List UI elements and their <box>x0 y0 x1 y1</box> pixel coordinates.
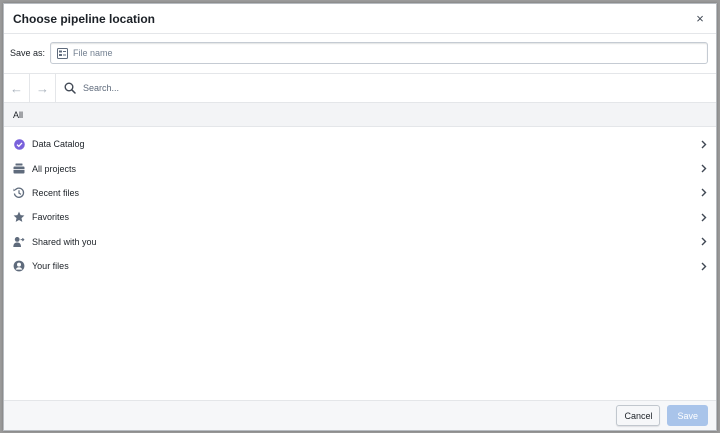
location-all-projects[interactable]: All projects <box>4 156 716 180</box>
search-input[interactable] <box>83 83 716 93</box>
location-favorites[interactable]: Favorites <box>4 205 716 229</box>
star-icon <box>13 211 25 223</box>
save-as-row: Save as: <box>4 38 716 68</box>
location-label: Favorites <box>32 212 70 223</box>
forward-arrow-icon[interactable]: → <box>30 73 56 103</box>
back-arrow-icon[interactable]: ← <box>4 73 30 103</box>
data-catalog-icon <box>13 138 25 150</box>
file-name-input[interactable] <box>73 48 701 58</box>
location-recent-files[interactable]: Recent files <box>4 181 716 205</box>
shared-icon <box>13 236 25 248</box>
location-label: Data Catalog <box>32 139 85 150</box>
choose-location-dialog: Choose pipeline location × Save as: ← → <box>3 3 717 431</box>
location-label: Shared with you <box>32 236 97 247</box>
chevron-right-icon <box>698 212 708 222</box>
chevron-right-icon <box>698 139 708 149</box>
cancel-button[interactable]: Cancel <box>616 405 661 426</box>
navigation-bar: ← → <box>4 73 716 103</box>
location-label: Your files <box>32 261 69 272</box>
save-button[interactable]: Save <box>667 405 708 426</box>
chevron-right-icon <box>698 188 708 198</box>
location-label: All projects <box>32 163 77 174</box>
chevron-right-icon <box>698 237 708 247</box>
save-as-label: Save as: <box>10 48 46 58</box>
file-name-field[interactable] <box>50 42 708 64</box>
file-icon <box>57 47 68 59</box>
chevron-right-icon <box>698 164 708 174</box>
location-list: Data Catalog All projects Recent files F… <box>4 132 716 278</box>
dialog-header: Choose pipeline location × <box>4 4 716 34</box>
chevron-right-icon <box>698 261 708 271</box>
user-icon <box>13 260 25 272</box>
location-data-catalog[interactable]: Data Catalog <box>4 132 716 156</box>
history-icon <box>13 187 25 199</box>
breadcrumb-all[interactable]: All <box>13 110 23 120</box>
search-box[interactable] <box>56 74 716 102</box>
close-icon[interactable]: × <box>693 11 707 26</box>
dialog-footer: Cancel Save <box>4 400 716 430</box>
location-shared-with-you[interactable]: Shared with you <box>4 230 716 254</box>
dialog-title: Choose pipeline location <box>13 11 156 26</box>
location-your-files[interactable]: Your files <box>4 254 716 278</box>
search-icon <box>64 82 76 94</box>
location-label: Recent files <box>32 187 80 198</box>
projects-icon <box>13 163 25 175</box>
breadcrumb: All <box>4 103 716 127</box>
